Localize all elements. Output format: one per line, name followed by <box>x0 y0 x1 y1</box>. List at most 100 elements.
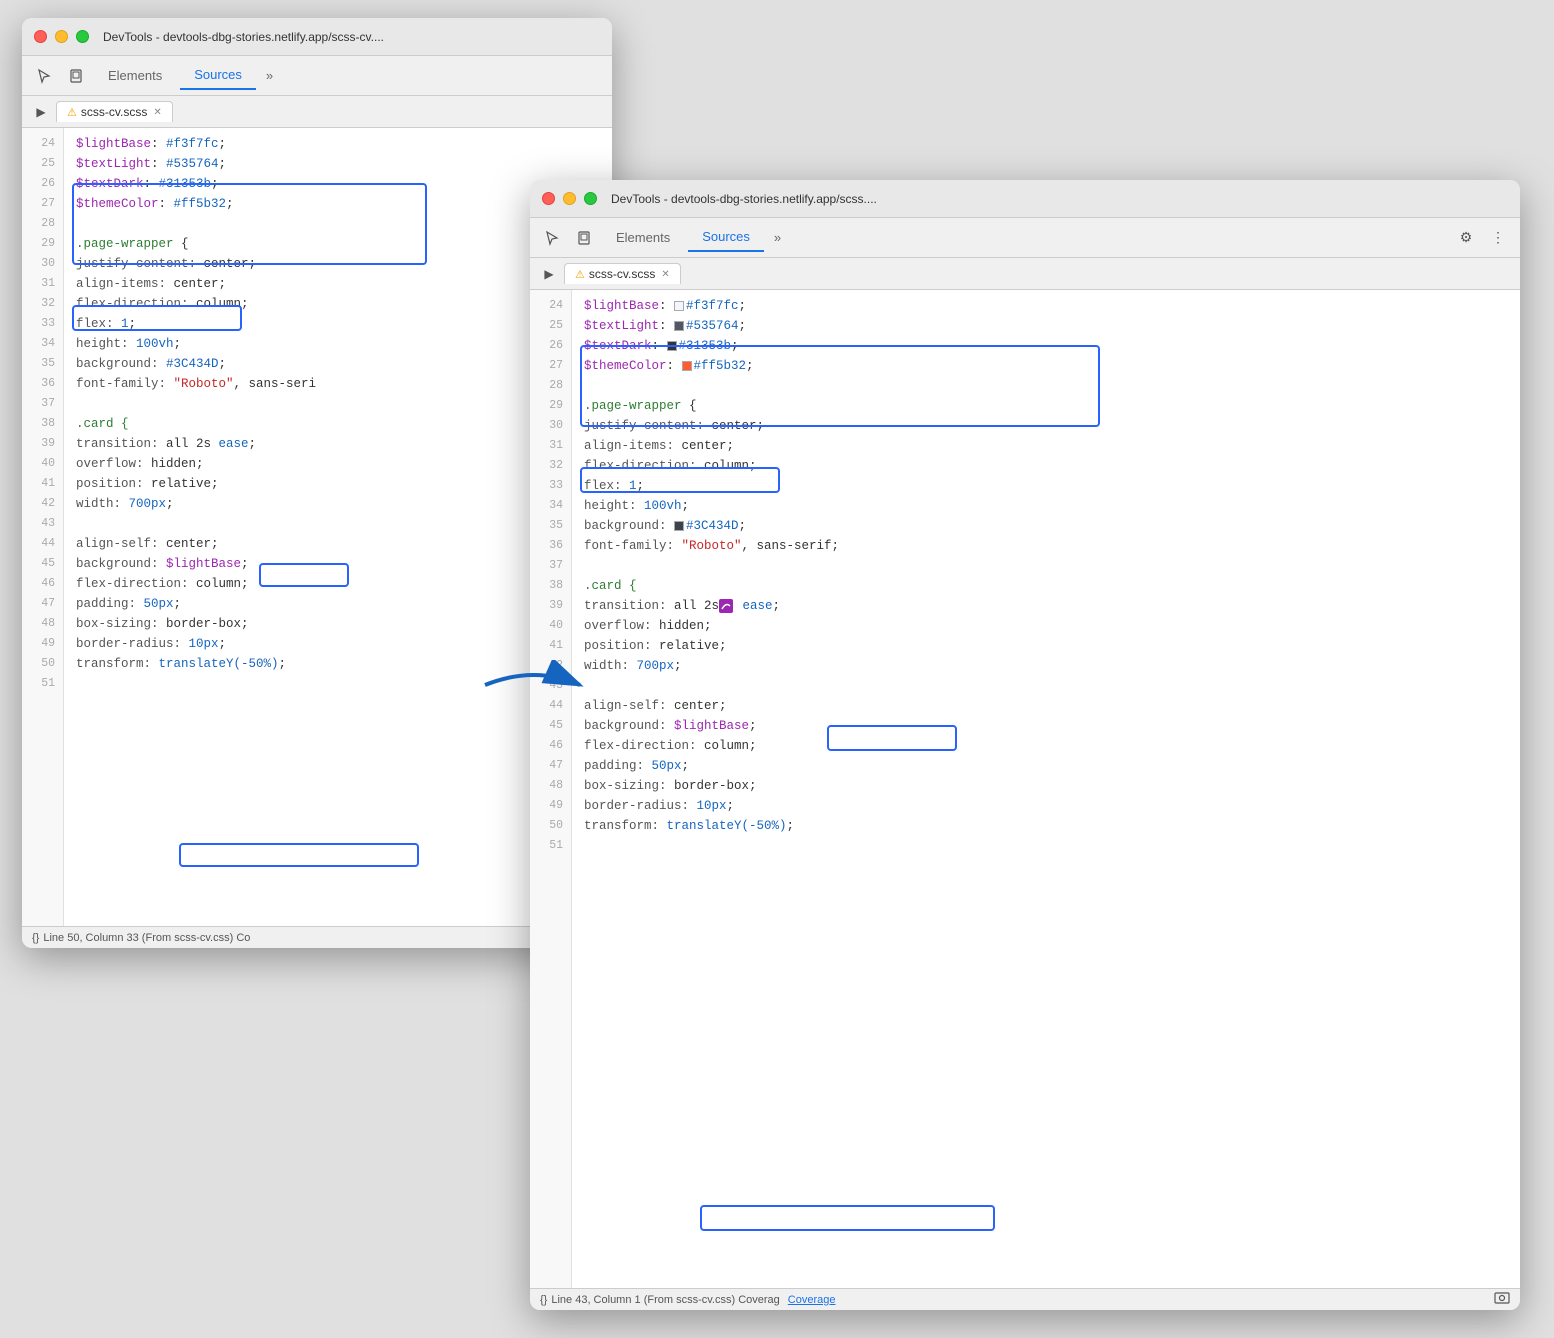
code-token: 100vh <box>136 337 174 351</box>
line-number: 34 <box>530 496 571 516</box>
code-token: ; <box>739 519 747 533</box>
code-token: ; <box>249 437 257 451</box>
cursor-icon2[interactable] <box>538 224 566 252</box>
device-icon[interactable] <box>62 62 90 90</box>
maximize-button2[interactable] <box>584 192 597 205</box>
code-token: position: <box>584 639 659 653</box>
code-token: 10px <box>189 637 219 651</box>
settings-icon[interactable]: ⚙ <box>1452 224 1480 252</box>
coverage-link[interactable]: Coverage <box>788 1294 836 1306</box>
code-token: 50px <box>144 597 174 611</box>
window2-file-tabbar: ▶ ⚠ scss-cv.scss ✕ <box>530 258 1520 290</box>
color-swatch[interactable] <box>674 521 684 531</box>
code-line: justify-content: center; <box>584 416 1520 436</box>
file-tab-label: scss-cv.scss <box>81 105 147 119</box>
file-tab-scss2[interactable]: ⚠ scss-cv.scss ✕ <box>564 263 681 284</box>
file-tab-scss[interactable]: ⚠ scss-cv.scss ✕ <box>56 101 173 122</box>
code-token: 50px <box>652 759 682 773</box>
minimize-button2[interactable] <box>563 192 576 205</box>
close-tab-button[interactable]: ✕ <box>153 107 161 118</box>
window2-title: DevTools - devtools-dbg-stories.netlify.… <box>611 192 877 206</box>
code-token: column <box>196 577 241 591</box>
more-options-icon[interactable]: ⋮ <box>1484 224 1512 252</box>
code-token: flex-direction: <box>584 459 704 473</box>
screenshot-icon[interactable] <box>1494 1291 1510 1308</box>
code-token: : <box>652 339 667 353</box>
code-token: ; <box>196 457 204 471</box>
line-number: 43 <box>22 514 63 534</box>
code-token: ; <box>727 439 735 453</box>
code-token: : <box>659 299 674 313</box>
close-button2[interactable] <box>542 192 555 205</box>
code-token: 1 <box>629 479 637 493</box>
line-number: 47 <box>530 756 571 776</box>
code-token: font-family: <box>584 539 682 553</box>
code-token: ; <box>674 659 682 673</box>
code-token: 700px <box>637 659 675 673</box>
color-swatch[interactable] <box>674 321 684 331</box>
color-swatch[interactable] <box>682 361 692 371</box>
line-number: 46 <box>530 736 571 756</box>
code-token: ; <box>787 819 795 833</box>
line-number: 36 <box>530 536 571 556</box>
code-token: border-radius: <box>76 637 189 651</box>
code-token: height: <box>76 337 136 351</box>
window1: DevTools - devtools-dbg-stories.netlify.… <box>22 18 612 948</box>
ease-swatch[interactable] <box>719 599 733 613</box>
code-token: background: <box>584 519 674 533</box>
tab-sources[interactable]: Sources <box>180 61 256 90</box>
code-token: $textDark <box>584 339 652 353</box>
close-tab-button2[interactable]: ✕ <box>661 269 669 280</box>
sidebar-toggle2[interactable]: ▶ <box>538 263 560 285</box>
code-token: : <box>667 359 682 373</box>
code-token: transition: <box>584 599 674 613</box>
line-number: 42 <box>22 494 63 514</box>
code-token: ; <box>731 339 739 353</box>
line-number: 27 <box>530 356 571 376</box>
code-token: background: <box>76 357 166 371</box>
code-token: padding: <box>584 759 652 773</box>
line-number: 40 <box>22 454 63 474</box>
color-swatch[interactable] <box>674 301 684 311</box>
more-tabs-button[interactable]: » <box>260 64 279 87</box>
line-number: 41 <box>22 474 63 494</box>
maximize-button[interactable] <box>76 30 89 43</box>
code-token: ease <box>211 437 249 451</box>
code-token: center <box>174 277 219 291</box>
window1-titlebar: DevTools - devtools-dbg-stories.netlify.… <box>22 18 612 56</box>
device-icon2[interactable] <box>570 224 598 252</box>
code-token: align-self: <box>584 699 674 713</box>
code-token: ; <box>719 699 727 713</box>
code-token: height: <box>584 499 644 513</box>
code-token: all 2s <box>166 437 211 451</box>
tab-elements2[interactable]: Elements <box>602 224 684 251</box>
code-token: { <box>682 399 697 413</box>
tab-sources2[interactable]: Sources <box>688 223 764 252</box>
color-swatch[interactable] <box>667 341 677 351</box>
more-tabs-button2[interactable]: » <box>768 226 787 249</box>
code-token: ; <box>129 317 137 331</box>
code-token: align-self: <box>76 537 166 551</box>
code-token: : <box>151 157 166 171</box>
close-button[interactable] <box>34 30 47 43</box>
minimize-button[interactable] <box>55 30 68 43</box>
code-line: $textDark: #31353b; <box>584 336 1520 356</box>
code-token: center <box>166 537 211 551</box>
line-number: 49 <box>530 796 571 816</box>
code-token: hidden <box>659 619 704 633</box>
tab-elements[interactable]: Elements <box>94 62 176 89</box>
code-token: font-family: <box>76 377 174 391</box>
code-token: background: <box>584 719 674 733</box>
sidebar-toggle[interactable]: ▶ <box>30 101 52 123</box>
line-number: 28 <box>22 214 63 234</box>
code-token: ; <box>219 637 227 651</box>
code-line: box-sizing: border-box; <box>584 776 1520 796</box>
code-token: relative <box>659 639 719 653</box>
code-token: .card { <box>584 579 637 593</box>
line-number: 35 <box>22 354 63 374</box>
code-token: ; <box>226 197 234 211</box>
cursor-icon[interactable] <box>30 62 58 90</box>
code-line <box>584 376 1520 396</box>
code-token: .page-wrapper <box>584 399 682 413</box>
code-token: ; <box>211 177 219 191</box>
